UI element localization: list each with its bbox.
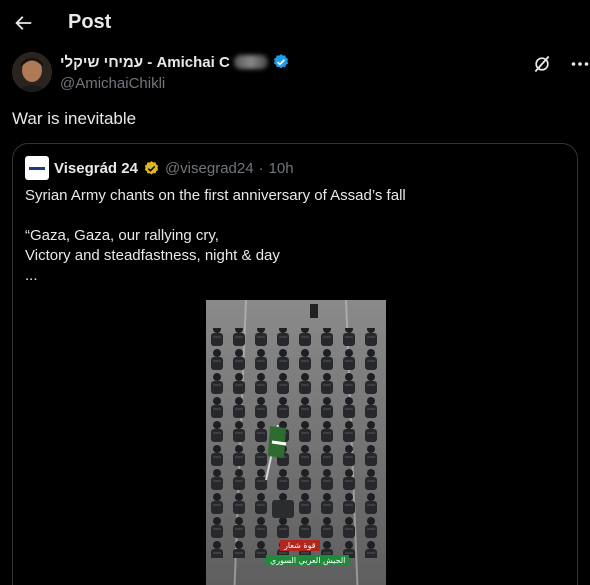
quoted-post[interactable]: Visegrád 24 @visegrad24 · 10h Syrian Arm… (12, 143, 578, 585)
quoted-avatar[interactable] (25, 156, 49, 180)
author-name-row: עמיחי שיקלי - Amichai C (60, 53, 290, 71)
video-caption-top: قوة شعار (280, 540, 320, 551)
quoted-handle[interactable]: @visegrad24 (165, 160, 254, 177)
author-handle[interactable]: @AmichaiChikli (60, 75, 165, 92)
grok-icon (534, 55, 550, 73)
quoted-text-line: “Gaza, Gaza, our rallying cry, (25, 227, 219, 244)
page-title: Post (68, 11, 112, 33)
arrow-left-icon (15, 16, 32, 30)
verified-gold-badge-icon (144, 160, 159, 175)
redacted-area (233, 55, 268, 69)
quoted-post-header: Visegrád 24 @visegrad24 · 10h (25, 156, 294, 180)
top-bar: Post (0, 0, 590, 48)
avatar-image (12, 52, 52, 92)
quoted-text-line: ... (25, 267, 38, 284)
post-author: עמיחי שיקלי - Amichai C @AmichaiChikli (12, 52, 589, 96)
more-options-button[interactable] (568, 54, 590, 74)
quoted-timestamp[interactable]: 10h (269, 160, 294, 177)
grok-button[interactable] (532, 54, 552, 74)
more-dots-icon (571, 62, 589, 66)
back-button[interactable] (10, 10, 36, 36)
author-display-name[interactable]: עמיחי שיקלי - Amichai C (60, 54, 230, 71)
separator-dot: · (258, 159, 264, 177)
avatar[interactable] (12, 52, 52, 92)
quoted-display-name[interactable]: Visegrád 24 (54, 160, 138, 177)
video-caption-bottom: الجيش العربي السوري (266, 555, 350, 566)
quoted-text-line: Victory and steadfastness, night & day (25, 247, 280, 264)
quoted-text-line: Syrian Army chants on the first annivers… (25, 187, 406, 204)
verified-badge-icon (273, 54, 288, 69)
video-thumbnail[interactable]: قوة شعار الجيش العربي السوري (206, 300, 386, 585)
post-text: War is inevitable (12, 109, 137, 128)
